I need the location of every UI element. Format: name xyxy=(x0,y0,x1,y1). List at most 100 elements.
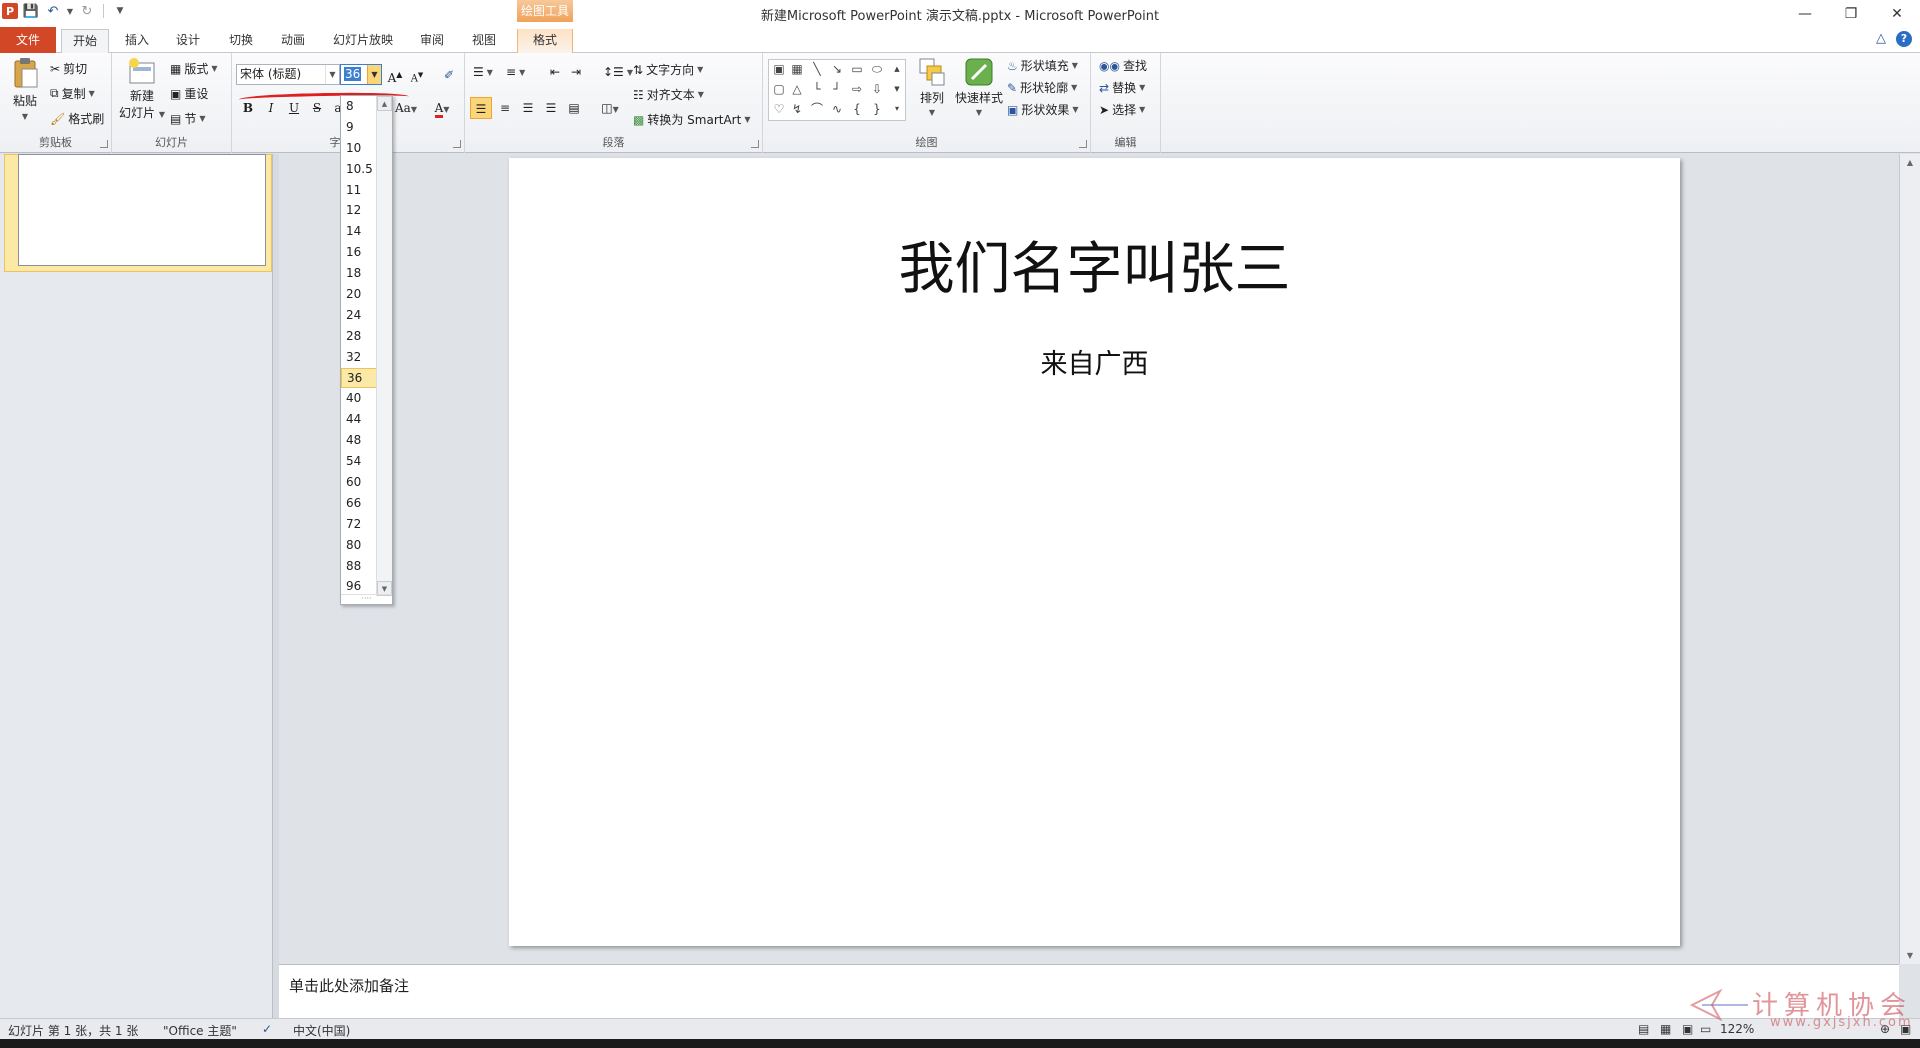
font-size-option[interactable]: 32 xyxy=(341,347,377,368)
scroll-down-icon[interactable]: ▼ xyxy=(1900,947,1920,964)
chevron-down-icon[interactable]: ▼ xyxy=(367,65,381,84)
section-button[interactable]: ▤ 节 ▼ xyxy=(170,110,206,127)
font-size-option[interactable]: 16 xyxy=(341,242,377,263)
tab-insert[interactable]: 插入 xyxy=(117,29,157,53)
font-size-option[interactable]: 36 xyxy=(341,367,377,389)
chevron-up-icon[interactable]: ▲ xyxy=(889,61,905,77)
tab-slideshow[interactable]: 幻灯片放映 xyxy=(327,29,399,53)
line-spacing-button[interactable]: ↕☰ ▼ xyxy=(603,65,633,79)
align-left-icon[interactable]: ☰ xyxy=(470,97,492,119)
minimize-ribbon-icon[interactable]: △ xyxy=(1876,31,1886,47)
align-center-icon[interactable]: ≡ xyxy=(494,97,516,119)
font-size-option[interactable]: 18 xyxy=(341,263,377,284)
shape-effects-button[interactable]: ▣ 形状效果 ▼ xyxy=(1007,101,1079,118)
shape-outline-button[interactable]: ✎ 形状轮廓 ▼ xyxy=(1007,79,1077,96)
normal-view-icon[interactable]: ▤ xyxy=(1638,1022,1649,1036)
scroll-up-icon[interactable]: ▲ xyxy=(377,96,392,111)
font-size-option[interactable]: 44 xyxy=(341,409,377,430)
font-size-option[interactable]: 9 xyxy=(341,117,377,138)
chevron-down-icon[interactable]: ▼ xyxy=(325,65,339,84)
convert-smartart-button[interactable]: ▩ 转换为 SmartArt ▼ xyxy=(633,111,750,128)
font-size-option[interactable]: 11 xyxy=(341,180,377,201)
line-icon[interactable]: ╲ xyxy=(809,61,825,77)
tab-review[interactable]: 审阅 xyxy=(412,29,452,53)
left-brace-icon[interactable]: { xyxy=(849,101,865,117)
columns-button[interactable]: ◫▼ xyxy=(595,97,625,119)
arc-icon[interactable]: ⌒ xyxy=(809,101,825,117)
text-direction-button[interactable]: ⇅ 文字方向 ▼ xyxy=(633,61,703,78)
layout-button[interactable]: ▦ 版式 ▼ xyxy=(170,60,218,77)
help-icon[interactable]: ? xyxy=(1896,31,1912,47)
dialog-launcher-icon[interactable] xyxy=(1079,140,1087,148)
tab-home[interactable]: 开始 xyxy=(61,29,109,54)
underline-button[interactable]: U xyxy=(283,97,305,119)
font-color-button[interactable]: A▼ xyxy=(428,97,456,119)
select-button[interactable]: ➤ 选择 ▼ xyxy=(1099,101,1145,118)
decrease-indent-button[interactable]: ⇤ xyxy=(550,65,560,79)
arrange-button[interactable]: 排列 ▼ xyxy=(913,57,951,117)
triangle-icon[interactable]: △ xyxy=(789,81,805,97)
font-size-combo[interactable]: 36 ▼ xyxy=(340,64,382,85)
font-size-option[interactable]: 66 xyxy=(341,493,377,514)
right-arrow-icon[interactable]: ⇨ xyxy=(849,81,865,97)
scroll-up-icon[interactable]: ▲ xyxy=(1900,154,1920,171)
oval-icon[interactable]: ⬭ xyxy=(869,61,885,77)
find-button[interactable]: ◉◉ 查找 xyxy=(1099,57,1147,74)
slide-subtitle[interactable]: 来自广西 xyxy=(509,342,1680,381)
slide-sorter-icon[interactable]: ▦ xyxy=(1660,1022,1671,1036)
rectangle-icon[interactable]: ▭ xyxy=(849,61,865,77)
notes-pane[interactable]: 单击此处添加备注 xyxy=(279,964,1899,1018)
curve-icon[interactable]: ∿ xyxy=(829,101,845,117)
font-size-option[interactable]: 88 xyxy=(341,556,377,577)
down-arrow-icon[interactable]: ⇩ xyxy=(869,81,885,97)
strikethrough-button[interactable]: S xyxy=(306,97,328,119)
dropdown-scrollbar[interactable]: ▲ ▼ xyxy=(376,96,392,596)
minimize-icon[interactable]: — xyxy=(1782,0,1828,27)
reset-button[interactable]: ▣ 重设 xyxy=(170,85,208,102)
justify-icon[interactable]: ☰ xyxy=(540,97,562,119)
vertical-scrollbar[interactable]: ▲ ▼ xyxy=(1899,154,1920,964)
font-size-option[interactable]: 28 xyxy=(341,326,377,347)
tab-file[interactable]: 文件 xyxy=(0,27,56,53)
freeform-icon[interactable]: ♡ xyxy=(771,101,787,117)
elbow-connector-icon[interactable]: └ xyxy=(809,81,825,97)
italic-button[interactable]: I xyxy=(260,97,282,119)
theme-name[interactable]: "Office 主题" xyxy=(163,1022,237,1039)
font-size-option[interactable]: 14 xyxy=(341,221,377,242)
font-name-combo[interactable]: 宋体 (标题) ▼ xyxy=(236,64,340,85)
textbox-icon[interactable]: ▣ xyxy=(771,61,787,77)
font-size-option[interactable]: 24 xyxy=(341,305,377,326)
format-painter-button[interactable]: 🖌 格式刷 xyxy=(50,110,104,127)
font-size-option[interactable]: 40 xyxy=(341,388,377,409)
grow-font-button[interactable]: A▲ xyxy=(384,64,406,86)
more-icon[interactable]: ▾ xyxy=(889,101,905,117)
arrow-line-icon[interactable]: ↘ xyxy=(829,61,845,77)
tab-animations[interactable]: 动画 xyxy=(273,29,313,53)
align-right-icon[interactable]: ☰ xyxy=(517,97,539,119)
tab-transitions[interactable]: 切换 xyxy=(221,29,261,53)
font-size-option[interactable]: 12 xyxy=(341,200,377,221)
numbering-button[interactable]: ≡ ▼ xyxy=(506,65,525,79)
spellcheck-icon[interactable]: ✓ xyxy=(262,1022,272,1036)
font-size-option[interactable]: 60 xyxy=(341,472,377,493)
slide-title[interactable]: 我们名字叫张三 xyxy=(509,224,1680,305)
lightning-icon[interactable]: ↯ xyxy=(789,101,805,117)
copy-button[interactable]: ⧉ 复制 ▼ xyxy=(50,85,95,102)
replace-button[interactable]: ⇄ 替换 ▼ xyxy=(1099,79,1145,96)
tab-format[interactable]: 格式 xyxy=(517,29,573,53)
font-size-option[interactable]: 80 xyxy=(341,535,377,556)
rounded-rectangle-icon[interactable]: ▢ xyxy=(771,81,787,97)
language[interactable]: 中文(中国) xyxy=(293,1022,350,1039)
bullets-button[interactable]: ☰ ▼ xyxy=(473,65,493,79)
font-size-option[interactable]: 10.5 xyxy=(341,159,377,180)
distributed-icon[interactable]: ▤ xyxy=(563,97,585,119)
shapes-gallery[interactable]: ▣ ▦ ╲ ↘ ▭ ⬭ ▢ △ └ ┘ ⇨ ⇩ ♡ ↯ ⌒ ∿ { } ▲ ▼ … xyxy=(768,59,906,121)
restore-icon[interactable]: ❐ xyxy=(1828,0,1874,27)
shrink-font-button[interactable]: A▼ xyxy=(406,64,428,86)
tab-design[interactable]: 设计 xyxy=(168,29,208,53)
clear-formatting-icon[interactable]: ✐ xyxy=(438,64,460,86)
font-size-option[interactable]: 48 xyxy=(341,430,377,451)
increase-indent-button[interactable]: ⇥ xyxy=(571,65,581,79)
notes-placeholder[interactable]: 单击此处添加备注 xyxy=(289,975,409,996)
right-brace-icon[interactable]: } xyxy=(869,101,885,117)
